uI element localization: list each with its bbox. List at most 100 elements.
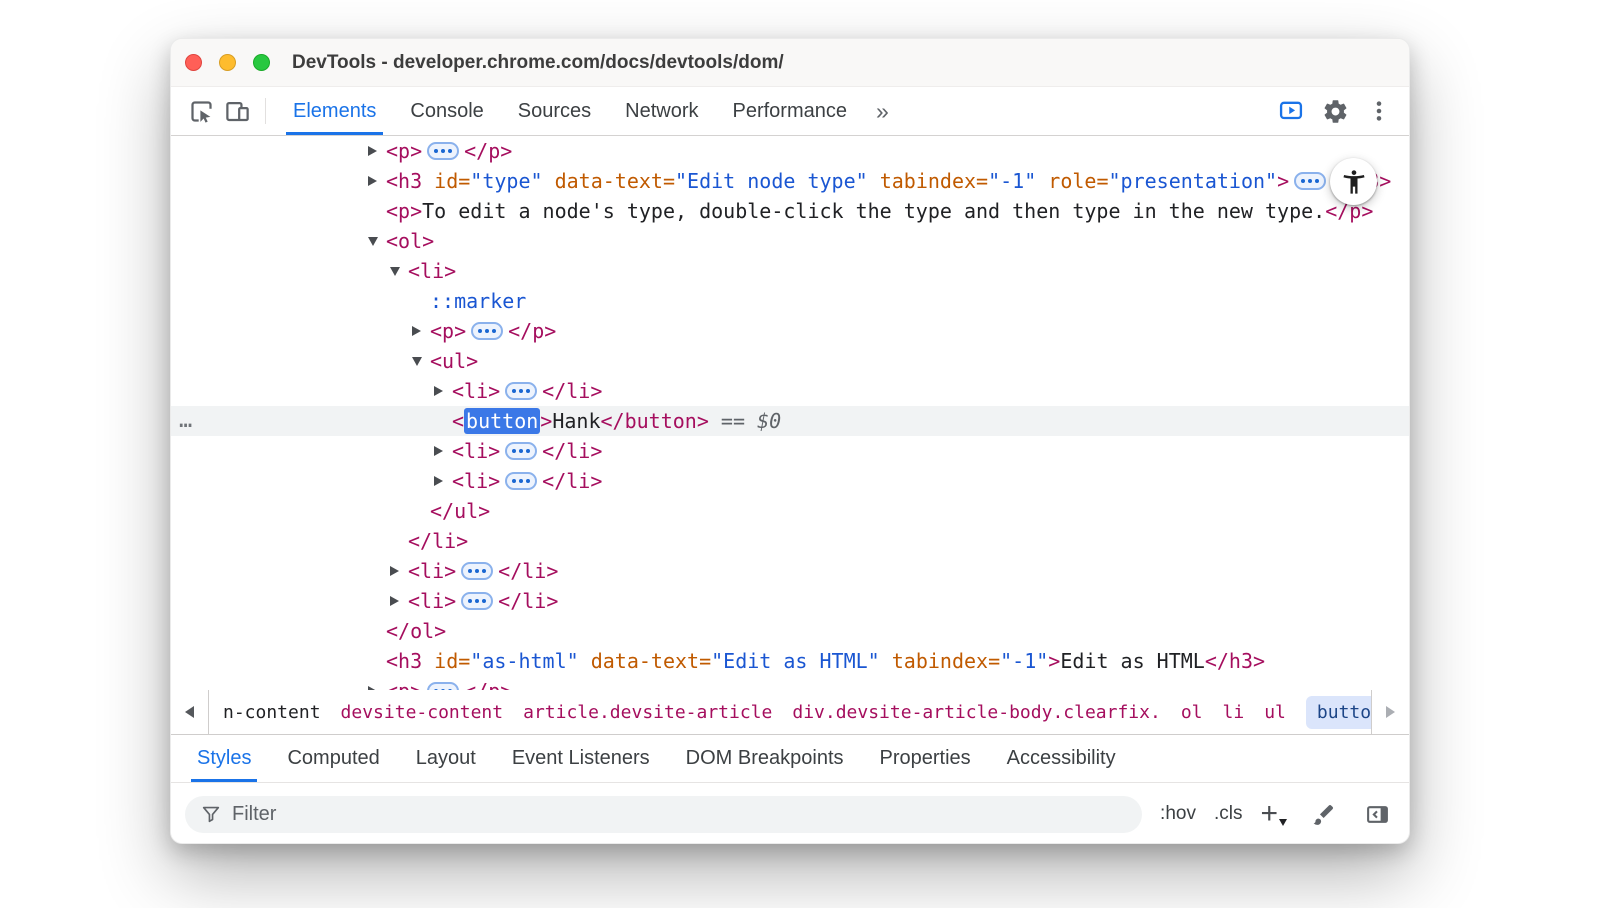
tab-styles[interactable]: Styles (179, 735, 269, 782)
collapse-arrow-icon[interactable] (368, 226, 386, 256)
tab-properties[interactable]: Properties (862, 735, 989, 782)
expand-arrow-icon[interactable] (390, 586, 408, 616)
dom-tree-row[interactable]: …<button>Hank</button> == $0 (171, 406, 1409, 436)
inline-expand-button[interactable] (427, 142, 459, 160)
dom-tree-row[interactable]: </ol> (171, 616, 1409, 646)
expand-arrow-icon[interactable] (434, 436, 452, 466)
inline-expand-button[interactable] (471, 322, 503, 340)
breadcrumb-item-button[interactable]: button (1306, 696, 1371, 729)
dom-tree-row[interactable]: <p></p> (171, 316, 1409, 346)
screencast-button[interactable] (1273, 93, 1309, 129)
inline-expand-button[interactable] (461, 592, 493, 610)
close-window-button[interactable] (185, 54, 202, 71)
breadcrumb-item-li[interactable]: li (1223, 702, 1245, 723)
dom-tree-row[interactable]: <li></li> (171, 376, 1409, 406)
tab-event-listeners[interactable]: Event Listeners (494, 735, 668, 782)
expand-arrow-icon[interactable] (390, 556, 408, 586)
dom-tree-row[interactable]: <ol> (171, 226, 1409, 256)
breadcrumb-list: n-content devsite-content article.devsite-… (209, 690, 1371, 734)
tab-accessibility[interactable]: Accessibility (989, 735, 1134, 782)
dom-tree-row[interactable]: <p></p> (171, 136, 1409, 166)
pill-dot (526, 389, 530, 393)
inline-expand-button[interactable] (505, 442, 537, 460)
cls-toggle[interactable]: .cls (1214, 803, 1243, 825)
breadcrumb-item-devsite-content[interactable]: devsite-content (341, 702, 504, 723)
dom-tree-row[interactable]: <li></li> (171, 466, 1409, 496)
new-style-rule-button[interactable]: + (1260, 799, 1287, 829)
filter-funnel-icon (200, 803, 222, 825)
dom-tree-row[interactable]: </ul> (171, 496, 1409, 526)
code-attr: tabindex= (868, 169, 988, 193)
dom-tree-row[interactable]: <li> (171, 256, 1409, 286)
breadcrumb-item-n-content[interactable]: n-content (223, 702, 321, 723)
tab-dom-breakpoints[interactable]: DOM Breakpoints (668, 735, 862, 782)
tab-elements[interactable]: Elements (276, 87, 393, 135)
zoom-window-button[interactable] (253, 54, 270, 71)
dom-tree-row[interactable]: <h3 id="as-html" data-text="Edit as HTML… (171, 646, 1409, 676)
dom-tree-row[interactable]: <ul> (171, 346, 1409, 376)
expand-arrow-icon[interactable] (368, 166, 386, 196)
device-toolbar-button[interactable] (219, 93, 255, 129)
toggle-sidebar-button[interactable] (1359, 796, 1395, 832)
tab-console[interactable]: Console (393, 87, 500, 135)
styles-filter-input[interactable]: Filter (185, 796, 1142, 833)
dom-tree-row[interactable]: <h3 id="type" data-text="Edit node type"… (171, 166, 1409, 196)
more-menu-button[interactable] (1361, 93, 1397, 129)
minimize-window-button[interactable] (219, 54, 236, 71)
code-tag: </ul> (430, 499, 490, 523)
tab-network[interactable]: Network (608, 87, 715, 135)
code-dollar: $0 (757, 409, 781, 433)
inline-expand-button[interactable] (461, 562, 493, 580)
breadcrumb-scroll-left-button[interactable] (171, 690, 209, 734)
breadcrumb-item-div-devsite-article-body-clearfix[interactable]: div.devsite-article-body.clearfix. (792, 702, 1160, 723)
breadcrumb-scroll-right-button[interactable] (1371, 690, 1409, 734)
collapse-arrow-icon[interactable] (412, 346, 430, 376)
dropdown-caret-icon (1279, 819, 1287, 826)
row-overflow-menu[interactable]: … (179, 406, 193, 436)
more-tabs-button[interactable]: » (864, 98, 901, 125)
breadcrumb-item-ol[interactable]: ol (1181, 702, 1203, 723)
hov-toggle[interactable]: :hov (1160, 803, 1196, 825)
accessibility-person-icon (1340, 168, 1368, 196)
dom-tree-row[interactable]: <p></p> (171, 676, 1409, 690)
tab-sources[interactable]: Sources (501, 87, 608, 135)
triangle-right-icon (1386, 706, 1395, 718)
dom-tree-row[interactable]: <li></li> (171, 436, 1409, 466)
code-tag: <p> (386, 139, 422, 163)
pill-dot (512, 479, 516, 483)
brush-button[interactable] (1305, 796, 1341, 832)
dom-tree-row[interactable]: <p>To edit a node's type, double-click t… (171, 196, 1409, 226)
expand-arrow-icon[interactable] (412, 316, 430, 346)
dom-tree-row[interactable]: <li></li> (171, 556, 1409, 586)
tab-performance[interactable]: Performance (716, 87, 865, 135)
code-tag: <li> (452, 469, 500, 493)
expand-arrow-icon[interactable] (434, 376, 452, 406)
code-tag: </p> (464, 679, 512, 690)
settings-button[interactable] (1317, 93, 1353, 129)
code-tag: </li> (498, 589, 558, 613)
inspect-element-button[interactable] (183, 93, 219, 129)
pill-dot (441, 689, 445, 690)
code-val: "-1" (988, 169, 1036, 193)
breadcrumb-item-article-devsite-article[interactable]: article.devsite-article (523, 702, 772, 723)
code-tag: <p> (386, 199, 422, 223)
expand-arrow-icon[interactable] (368, 136, 386, 166)
tab-layout[interactable]: Layout (398, 735, 494, 782)
inline-expand-button[interactable] (1294, 172, 1326, 190)
inline-expand-button[interactable] (505, 472, 537, 490)
code-val: "presentation" (1109, 169, 1278, 193)
tab-computed[interactable]: Computed (269, 735, 397, 782)
expand-arrow-icon[interactable] (434, 466, 452, 496)
plus-icon: + (1260, 799, 1278, 829)
code-tag: > (540, 409, 552, 433)
filter-placeholder: Filter (232, 803, 276, 826)
inline-expand-button[interactable] (427, 682, 459, 690)
collapse-arrow-icon[interactable] (390, 256, 408, 286)
expand-arrow-icon[interactable] (368, 676, 386, 690)
inline-expand-button[interactable] (505, 382, 537, 400)
dom-tree-row[interactable]: </li> (171, 526, 1409, 556)
code-tag: <h3 (386, 649, 422, 673)
breadcrumb-item-ul[interactable]: ul (1264, 702, 1286, 723)
dom-tree-row[interactable]: ::marker (171, 286, 1409, 316)
dom-tree-row[interactable]: <li></li> (171, 586, 1409, 616)
